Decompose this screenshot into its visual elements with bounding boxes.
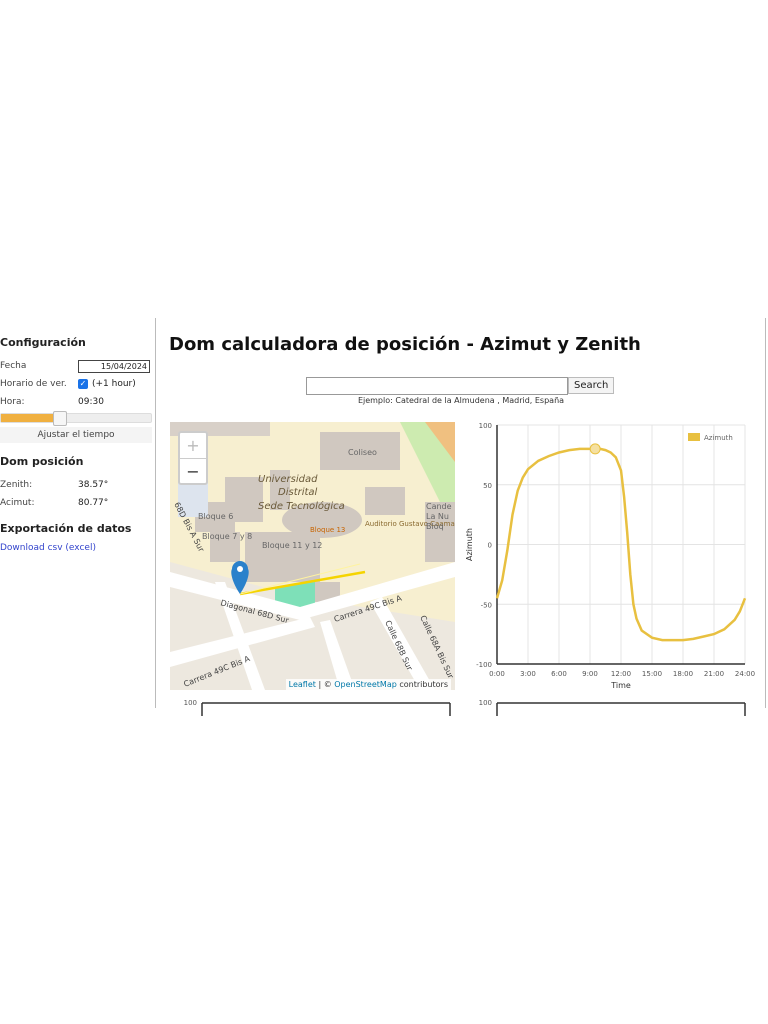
azimuth-chart: 100 50 0 -50 -1000:00 3:00 6:00 9:00 12:00 15:00 1… xyxy=(465,422,755,690)
search-example: Ejemplo: Catedral de la Almudena , Madri… xyxy=(357,396,565,405)
map-label: Coliseo xyxy=(348,448,377,457)
map-label: Bloque 6 xyxy=(198,512,233,521)
sidebar-divider xyxy=(155,318,156,708)
y-tick-label: 100 xyxy=(479,699,492,707)
dst-note: (+1 hour) xyxy=(92,379,136,389)
leaflet-link[interactable]: Leaflet xyxy=(289,680,316,689)
sidebar: Configuración Fecha 15/04/2024 Horario de… xyxy=(0,330,154,553)
legend-label: Azimuth xyxy=(704,434,733,442)
x-tick-label: 9:00 xyxy=(582,670,598,678)
search-input[interactable] xyxy=(306,377,568,395)
zenith-label: Zenith: xyxy=(0,480,33,490)
map-label: Distrital xyxy=(278,487,318,498)
attribution-text: contributors xyxy=(396,680,448,689)
export-title: Exportación de datos xyxy=(0,522,132,535)
x-tick-label: 21:00 xyxy=(704,670,724,678)
hora-label: Hora: xyxy=(0,397,25,407)
map-label: Cande La Nu Bloq xyxy=(426,502,452,531)
map-tiles: Coliseo Universidad Distrital Sede Tecno… xyxy=(170,422,455,690)
x-tick-label: 6:00 xyxy=(551,670,567,678)
search-button[interactable]: Search xyxy=(568,377,615,394)
zenith-chart-partial: 100 xyxy=(184,699,451,716)
download-csv-link[interactable]: Download csv (excel) xyxy=(0,543,154,553)
fecha-label: Fecha xyxy=(0,361,27,371)
time-slider[interactable] xyxy=(0,411,152,426)
hora-value: 09:30 xyxy=(78,397,104,407)
attribution-sep: | © xyxy=(315,680,335,689)
y-tick-label: -100 xyxy=(476,661,492,669)
current-position-marker xyxy=(589,443,601,455)
y-tick-label: -50 xyxy=(481,601,492,609)
horario-label: Horario de ver. xyxy=(0,379,67,389)
x-tick-label: 12:00 xyxy=(611,670,631,678)
x-tick-label: 0:00 xyxy=(489,670,505,678)
map-label: Sede Tecnológica xyxy=(258,500,345,512)
x-tick-label: 3:00 xyxy=(520,670,536,678)
x-tick-label: 24:00 xyxy=(735,670,755,678)
zoom-in-button[interactable]: + xyxy=(180,433,206,459)
position-title: Dom posición xyxy=(0,455,84,468)
x-axis-label: Time xyxy=(610,681,631,690)
osm-link[interactable]: OpenStreetMap xyxy=(334,680,397,689)
time-slider-fill xyxy=(1,414,61,422)
config-title: Configuración xyxy=(0,336,86,349)
azimut-value: 80.77° xyxy=(78,498,109,508)
map-label: Bloque 11 y 12 xyxy=(262,541,322,550)
chart-partial: 100 xyxy=(479,699,746,716)
map-label: Bloque 7 y 8 xyxy=(202,532,252,541)
location-marker-icon[interactable] xyxy=(231,561,249,594)
x-tick-label: 15:00 xyxy=(642,670,662,678)
y-axis-label: Azimuth xyxy=(465,528,474,561)
map-label: Bloque 13 xyxy=(310,526,345,534)
map-attribution: Leaflet | © OpenStreetMap contributors xyxy=(285,679,451,690)
time-slider-handle[interactable] xyxy=(53,411,67,426)
zoom-out-button[interactable]: − xyxy=(180,459,206,484)
x-tick-label: 18:00 xyxy=(673,670,693,678)
zenith-value: 38.57° xyxy=(78,480,109,490)
legend-swatch xyxy=(688,433,700,441)
azimut-label: Acimut: xyxy=(0,498,35,508)
adjust-time-button[interactable]: Ajustar el tiempo xyxy=(0,427,152,443)
dst-checkbox[interactable]: ✓ xyxy=(78,379,88,389)
date-input[interactable]: 15/04/2024 xyxy=(78,359,150,373)
map-zoom-control: + − xyxy=(178,431,208,485)
map-label: Universidad xyxy=(258,474,318,485)
map[interactable]: Coliseo Universidad Distrital Sede Tecno… xyxy=(170,422,455,690)
page-title: Dom calculadora de posición - Azimut y Z… xyxy=(169,334,641,355)
y-tick-label: 100 xyxy=(184,699,197,707)
y-tick-label: 0 xyxy=(488,542,492,550)
y-tick-label: 50 xyxy=(483,482,492,490)
y-tick-label: 100 xyxy=(479,422,492,430)
